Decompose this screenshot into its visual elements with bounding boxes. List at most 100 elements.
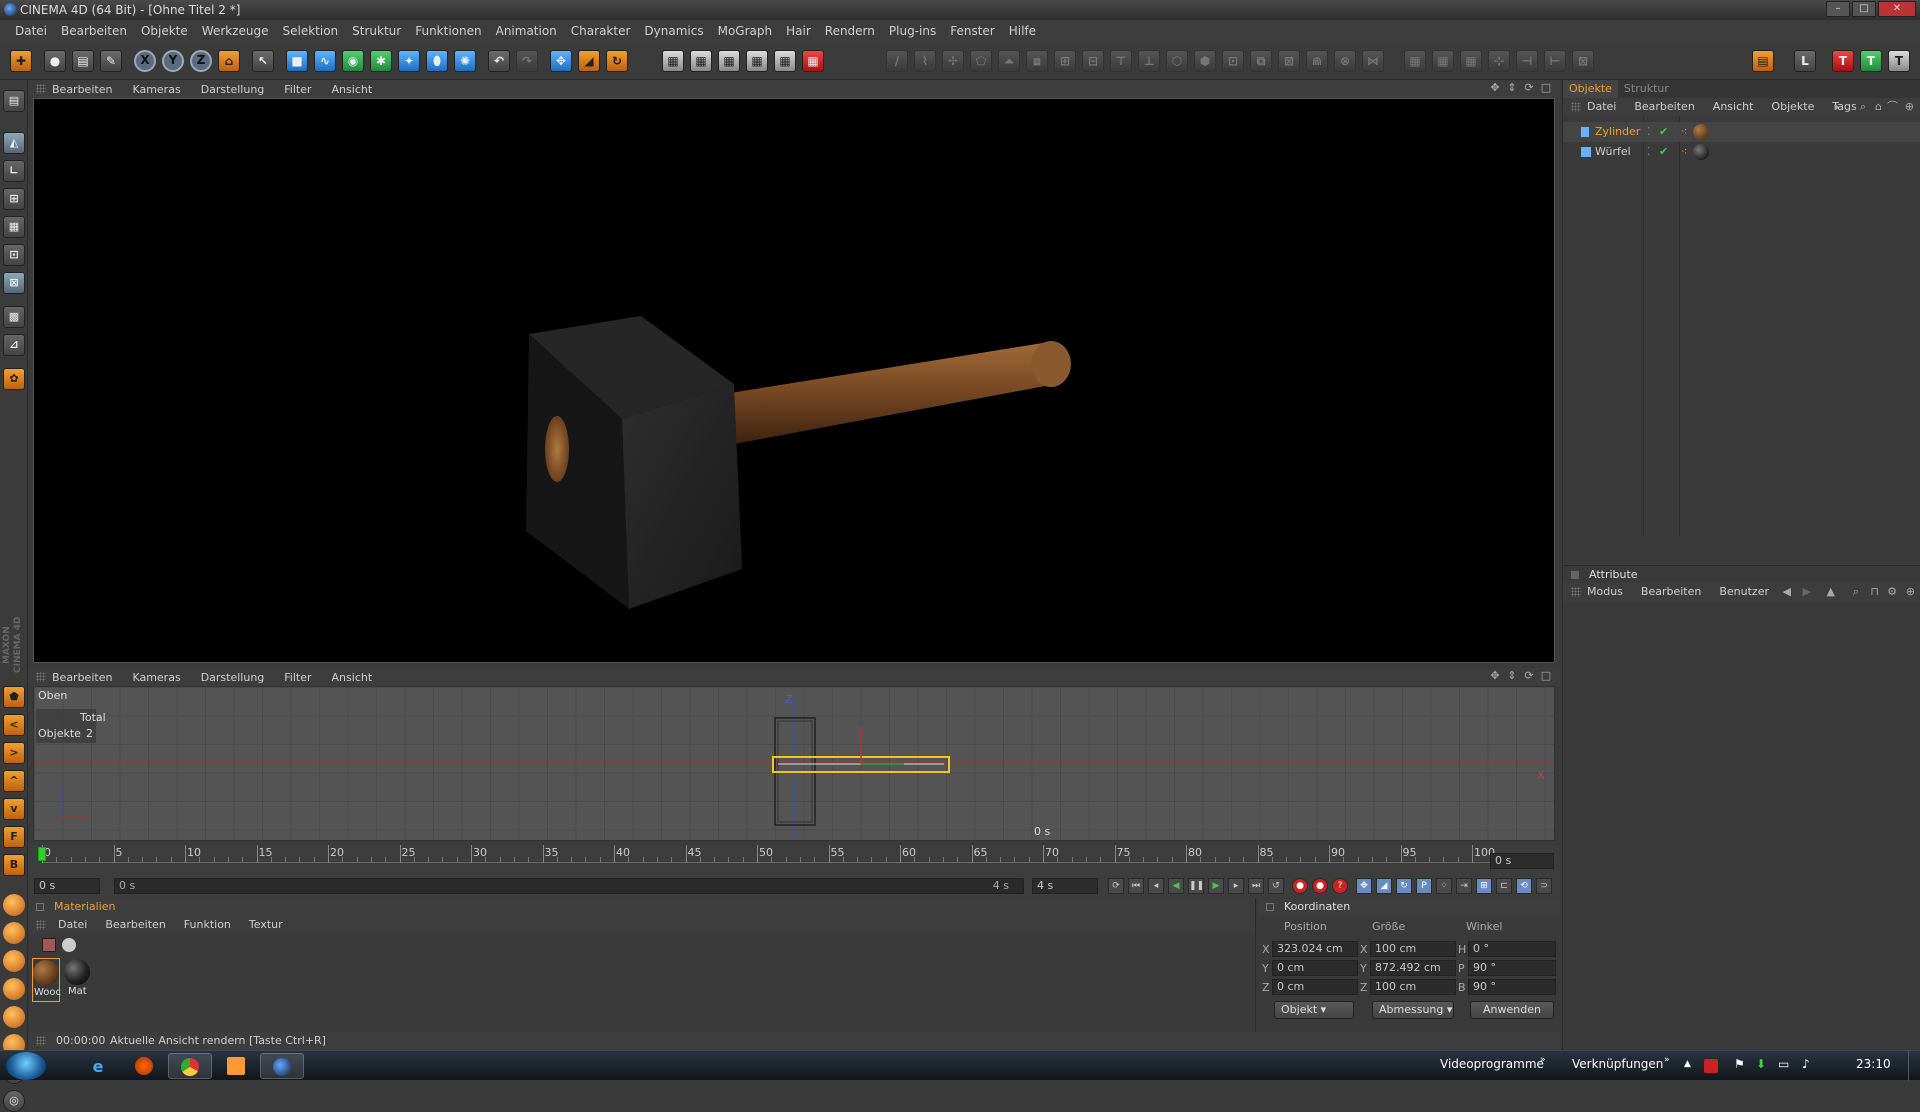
quantize-icon[interactable]: ⊢ bbox=[1544, 50, 1566, 72]
menu-mograph[interactable]: MoGraph bbox=[711, 24, 780, 38]
particles-icon[interactable]: ✺ bbox=[454, 50, 476, 72]
keyframe-selection-icon[interactable]: ? bbox=[1332, 878, 1348, 894]
weld-icon[interactable]: ⊡ bbox=[1222, 50, 1244, 72]
mirror-icon[interactable]: ⊗ bbox=[1334, 50, 1356, 72]
key-position-icon[interactable]: ✥ bbox=[1356, 878, 1372, 894]
enabled-check-icon[interactable]: ✔ bbox=[1659, 122, 1668, 142]
settings-icon[interactable]: ⚙ bbox=[1887, 583, 1897, 601]
play-backwards-icon[interactable]: ◀ bbox=[1168, 878, 1184, 894]
loop-icon[interactable]: ⟳ bbox=[1108, 878, 1124, 894]
om-menu-datei[interactable]: Datei bbox=[1587, 98, 1616, 116]
menu-fenster[interactable]: Fenster bbox=[943, 24, 1002, 38]
go-to-start-icon[interactable]: ⏮ bbox=[1128, 878, 1144, 894]
back-arrow-icon[interactable]: ◀ bbox=[1783, 583, 1791, 601]
pause-icon[interactable]: ❚❚ bbox=[1188, 878, 1204, 894]
size-x-field[interactable]: 100 cm bbox=[1370, 941, 1456, 957]
down-icon[interactable]: v bbox=[3, 798, 25, 820]
attr-menu-bearbeiten[interactable]: Bearbeiten bbox=[1641, 583, 1701, 601]
maximize-view-icon[interactable]: □ bbox=[1540, 670, 1552, 682]
vp2-menu-ansicht[interactable]: Ansicht bbox=[332, 671, 373, 684]
collapse-icon[interactable]: ⌒ bbox=[1887, 98, 1898, 116]
panel-close-icon[interactable] bbox=[1266, 903, 1274, 911]
grid-one-icon[interactable]: ▦ bbox=[1404, 50, 1426, 72]
next-frame-icon[interactable]: ▸ bbox=[1228, 878, 1244, 894]
search-icon[interactable]: ⌕ bbox=[1853, 583, 1859, 601]
object-name-zylinder[interactable]: Zylinder bbox=[1595, 122, 1640, 142]
maximize-view-icon[interactable]: □ bbox=[1540, 82, 1552, 94]
action-center-flag-icon[interactable]: ⚑ bbox=[1734, 1057, 1745, 1071]
record-keys-icon[interactable]: ● bbox=[1292, 878, 1308, 894]
object-mode-icon[interactable]: ∟ bbox=[3, 160, 25, 182]
coordinate-system-icon[interactable]: ⌂ bbox=[218, 50, 240, 72]
menu-objekte[interactable]: Objekte bbox=[134, 24, 195, 38]
texture-tool-icon[interactable]: T bbox=[1832, 50, 1854, 72]
render-region-icon[interactable]: ▦ bbox=[746, 50, 768, 72]
current-frame-field[interactable]: 0 s bbox=[1490, 853, 1554, 869]
bodypaint-icon[interactable]: T bbox=[1888, 50, 1910, 72]
om-menu-objekte[interactable]: Objekte bbox=[1771, 98, 1814, 116]
iron-icon[interactable]: ⊠ bbox=[1278, 50, 1300, 72]
sphere-icon-2[interactable] bbox=[3, 922, 25, 944]
go-to-end-icon[interactable]: ⏭ bbox=[1248, 878, 1264, 894]
text-tool-icon[interactable]: T bbox=[1860, 50, 1882, 72]
clock[interactable]: 23:10 bbox=[1856, 1057, 1891, 1071]
start-time-field[interactable]: 0 s bbox=[34, 878, 100, 894]
scale-tool-icon[interactable]: ◢ bbox=[578, 50, 600, 72]
visibility-dots-icon[interactable]: ⁚ bbox=[1647, 142, 1651, 162]
model-mode-icon[interactable]: ◭ bbox=[3, 132, 25, 154]
loop-mode-icon[interactable]: ↺ bbox=[1268, 878, 1284, 894]
scene-icon[interactable]: ⬮ bbox=[426, 50, 448, 72]
snap-enable-icon[interactable]: ⬟ bbox=[3, 686, 25, 708]
new-window-icon[interactable]: ⊕ bbox=[1905, 98, 1914, 116]
play-icon[interactable]: ▶ bbox=[1208, 878, 1224, 894]
menu-plugins[interactable]: Plug-ins bbox=[882, 24, 943, 38]
menu-bearbeiten[interactable]: Bearbeiten bbox=[54, 24, 134, 38]
sphere-icon-5[interactable] bbox=[3, 1006, 25, 1028]
menu-selektion[interactable]: Selektion bbox=[276, 24, 346, 38]
normal-rotate-icon[interactable]: ⬢ bbox=[1194, 50, 1216, 72]
size-z-field[interactable]: 100 cm bbox=[1370, 979, 1456, 995]
vp2-menu-kameras[interactable]: Kameras bbox=[132, 671, 180, 684]
back-view-icon[interactable]: B bbox=[3, 854, 25, 876]
enabled-check-icon[interactable]: ✔ bbox=[1659, 142, 1668, 162]
nurbs-icon[interactable]: ◉ bbox=[342, 50, 364, 72]
show-hidden-icons-icon[interactable]: ▲ bbox=[1684, 1059, 1691, 1069]
firefox-taskbar-icon[interactable] bbox=[122, 1053, 166, 1079]
view-toggle-icon[interactable]: ▤ bbox=[3, 90, 25, 112]
vp-menu-filter[interactable]: Filter bbox=[284, 83, 311, 96]
mat-menu-datei[interactable]: Datei bbox=[58, 916, 87, 934]
visibility-dots-icon[interactable]: ⁚ bbox=[1647, 122, 1651, 142]
phong-tag-icon[interactable]: ⁖ bbox=[1681, 142, 1687, 162]
menu-struktur[interactable]: Struktur bbox=[345, 24, 408, 38]
phong-tag-icon[interactable]: ⁖ bbox=[1681, 122, 1687, 142]
motion-icon[interactable]: ⇥ bbox=[1456, 878, 1472, 894]
chrome-taskbar-icon[interactable] bbox=[168, 1053, 212, 1079]
verknuepfungen-toolbar[interactable]: Verknüpfungen bbox=[1572, 1057, 1663, 1071]
network-icon[interactable]: ▭ bbox=[1778, 1057, 1789, 1071]
range-slider[interactable]: 0 s 4 s bbox=[114, 878, 1024, 894]
knife-icon[interactable]: / bbox=[886, 50, 908, 72]
attr-menu-modus[interactable]: Modus bbox=[1587, 583, 1623, 601]
x-axis-lock-icon[interactable]: X bbox=[134, 50, 156, 72]
key-rotation-icon[interactable]: ↻ bbox=[1396, 878, 1412, 894]
magnet-icon[interactable]: ⋒ bbox=[1306, 50, 1328, 72]
tab-struktur[interactable]: Struktur bbox=[1618, 80, 1675, 98]
notification-icon[interactable] bbox=[1704, 1059, 1718, 1073]
lock-icon[interactable]: ⊓ bbox=[1870, 583, 1879, 601]
search-icon[interactable]: ⌕ bbox=[1860, 98, 1866, 116]
autokey-icon[interactable]: ● bbox=[1312, 878, 1328, 894]
mat-menu-funktion[interactable]: Funktion bbox=[184, 916, 231, 934]
menu-charakter[interactable]: Charakter bbox=[564, 24, 638, 38]
volume-icon[interactable]: ♪ bbox=[1802, 1057, 1810, 1071]
vp2-menu-filter[interactable]: Filter bbox=[284, 671, 311, 684]
menu-rendern[interactable]: Rendern bbox=[818, 24, 882, 38]
menu-funktionen[interactable]: Funktionen bbox=[408, 24, 488, 38]
vp-menu-ansicht[interactable]: Ansicht bbox=[332, 83, 373, 96]
render-settings-icon[interactable]: ▦ bbox=[718, 50, 740, 72]
vp-menu-bearbeiten[interactable]: Bearbeiten bbox=[52, 83, 112, 96]
sphere-icon-3[interactable] bbox=[3, 950, 25, 972]
texture-mode-icon[interactable]: ⊞ bbox=[3, 188, 25, 210]
panel-close-icon[interactable] bbox=[36, 903, 44, 911]
redo-icon[interactable]: ↷ bbox=[516, 50, 538, 72]
material-preview-icon[interactable] bbox=[62, 938, 76, 952]
